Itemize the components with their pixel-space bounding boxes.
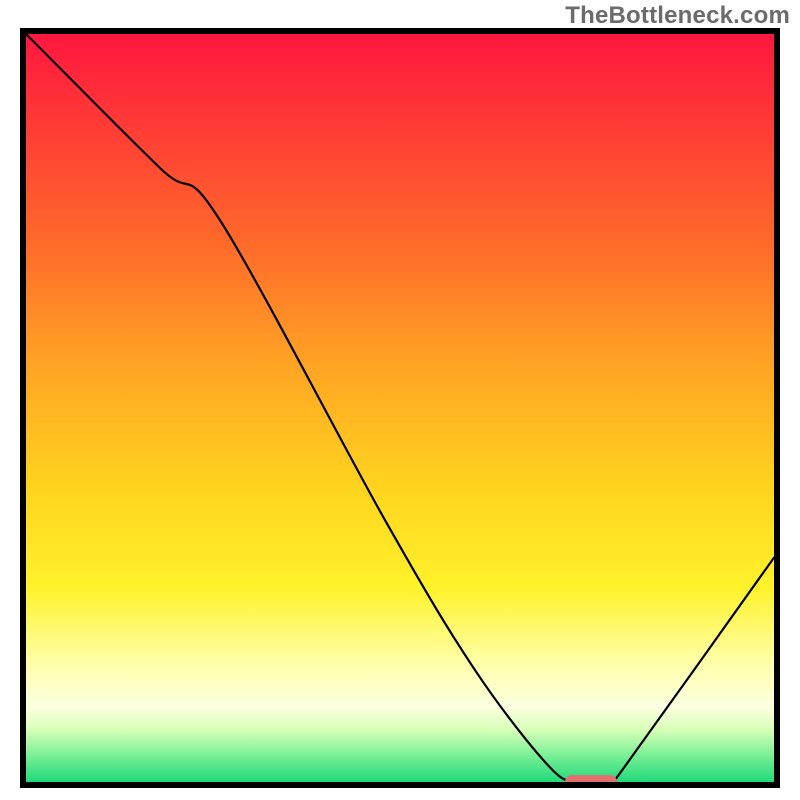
bottleneck-curve-line [26, 34, 774, 782]
watermark-text: TheBottleneck.com [565, 2, 790, 30]
optimum-range-marker [565, 775, 617, 782]
chart-frame [20, 28, 780, 788]
chart-plot-area [26, 34, 774, 782]
chart-line-layer [26, 34, 774, 782]
